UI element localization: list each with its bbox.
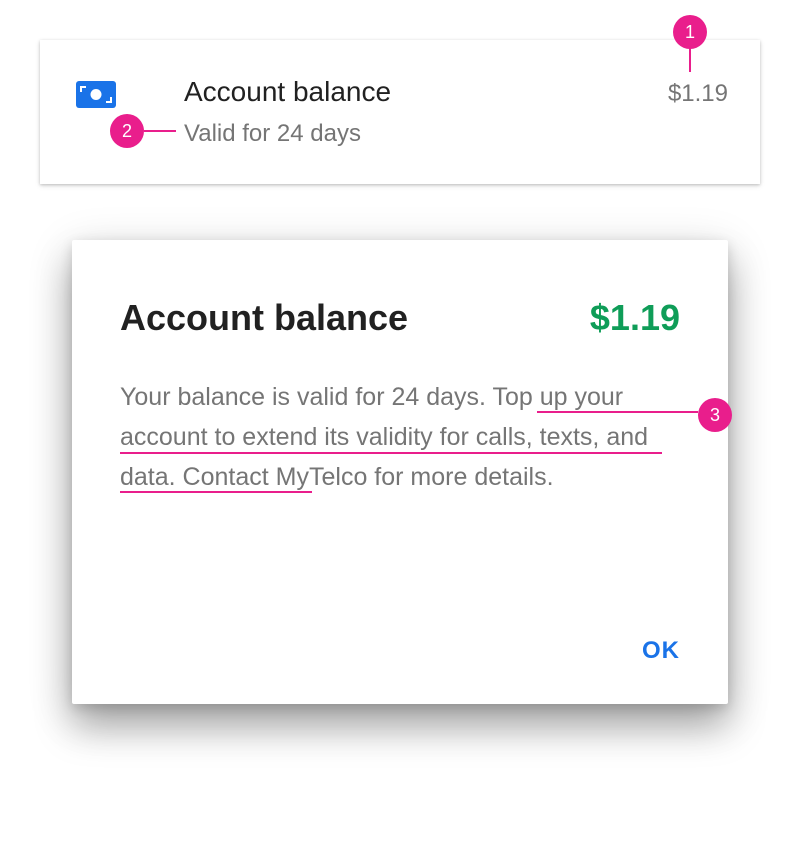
card-title: Account balance: [184, 76, 392, 107]
dialog-body-text: Your balance is valid for 24 days. Top u…: [120, 377, 676, 497]
canvas: Account balance Valid for 24 days $1.19 …: [0, 0, 800, 856]
money-icon: [76, 81, 116, 108]
card-validity-text: Valid for 24 days: [184, 120, 361, 147]
account-balance-card[interactable]: Account balance Valid for 24 days $1.19: [40, 40, 760, 184]
dialog-balance-amount: $1.19: [589, 297, 680, 338]
card-balance-amount: $1.19: [667, 80, 728, 107]
ok-button[interactable]: OK: [642, 635, 680, 667]
body-lead-text: Your balance is valid for 24 days.: [120, 383, 493, 411]
account-balance-dialog: Account balance $1.19 Your balance is va…: [72, 240, 728, 704]
body-tail-text: Contact MyTelco for more details.: [175, 463, 554, 491]
dialog-title: Account balance: [120, 297, 409, 338]
